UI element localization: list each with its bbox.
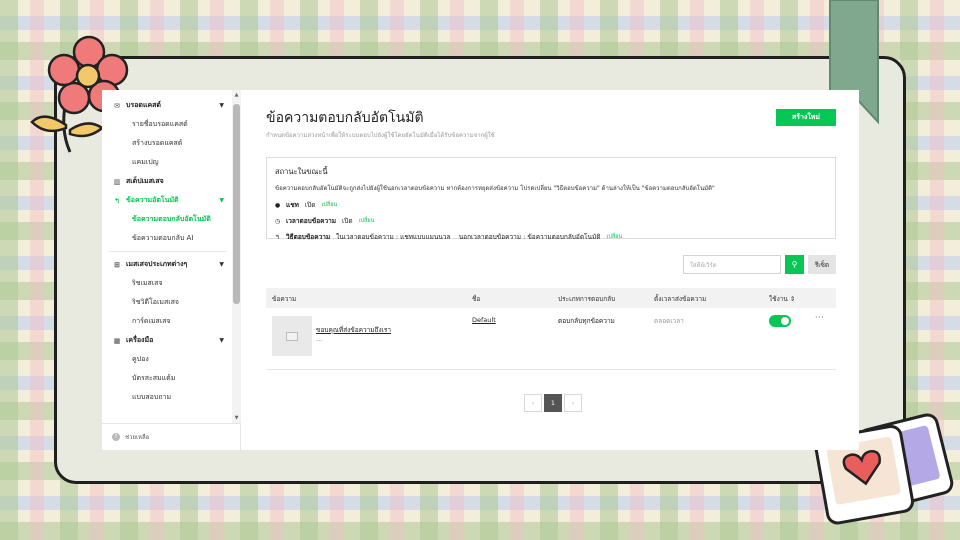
caret-down-icon: ▼ <box>219 197 224 204</box>
sidebar-section-broadcast[interactable]: ✉ บรอดแคสต์ ▼ <box>102 96 232 115</box>
table-row: ขอบคุณที่ส่งข้อความถึงเรา ... Default ตอ… <box>266 308 836 370</box>
sidebar-item-broadcast-list[interactable]: รายชื่อบรอดแคสต์ <box>102 115 232 134</box>
auto-reply-icon: ↰ <box>114 196 120 205</box>
reply-type: ตอบกลับทุกข้อความ <box>558 317 615 325</box>
sidebar-item-rich-video-message[interactable]: ริชวิดีโอเมสเสจ <box>102 293 232 312</box>
message-types-icon: ⊞ <box>114 260 120 269</box>
enabled-toggle[interactable] <box>769 315 791 327</box>
caret-down-icon: ▼ <box>219 261 224 268</box>
column-header-schedule: ตั้งเวลาส่งข้อความ <box>654 295 707 303</box>
table-header: ข้อความ ชื่อ ประเภทการตอบกลับ ตั้งเวลาส่… <box>266 288 836 308</box>
sidebar: ✉ บรอดแคสต์ ▼ รายชื่อบรอดแคสต์ สร้างบรอด… <box>102 90 241 450</box>
more-options-icon[interactable]: ··· <box>815 313 824 322</box>
scrollbar-thumb[interactable] <box>233 104 240 304</box>
sidebar-section-auto-reply[interactable]: ↰ ข้อความอัตโนมัติ ▼ <box>102 191 232 210</box>
tools-icon: ▦ <box>113 336 121 345</box>
status-hours-row: ◷ เวลาตอบข้อความ เปิด เปลี่ยน <box>275 216 827 226</box>
broadcast-icon: ✉ <box>114 101 120 110</box>
sidebar-item-coupon[interactable]: คูปอง <box>102 350 232 369</box>
sidebar-section-step-message[interactable]: ▥ สเต็ปเมสเสจ <box>102 172 232 191</box>
chat-value: เปิด <box>304 201 316 209</box>
sidebar-section-tools[interactable]: ▦ เครื่องมือ ▼ <box>102 331 232 350</box>
message-ellipsis: ... <box>316 335 323 343</box>
change-hours-link[interactable]: เปลี่ยน <box>359 217 375 225</box>
status-chat-row: ● แชท เปิด เปลี่ยน <box>275 200 827 210</box>
status-heading: สถานะในขณะนี้ <box>275 167 328 176</box>
column-header-enabled[interactable]: ใช้งาน ⇕ <box>769 294 795 304</box>
chat-bubble-icon: ● <box>275 201 281 209</box>
method-label: วิธีตอบข้อความ <box>286 233 331 241</box>
sidebar-item-ai-reply[interactable]: ข้อความตอบกลับ AI <box>102 229 232 248</box>
chat-label: แชท <box>286 201 299 209</box>
pagination: ‹ 1 › <box>524 394 582 412</box>
help-link[interactable]: ? ช่วยเหลือ <box>102 423 241 450</box>
hours-label: เวลาตอบข้อความ <box>286 217 337 225</box>
scroll-up-icon[interactable]: ▲ <box>232 92 241 98</box>
help-icon: ? <box>112 433 120 441</box>
help-label: ช่วยเหลือ <box>125 434 150 441</box>
sidebar-section-label: สเต็ปเมสเสจ <box>126 177 164 185</box>
page-button-current[interactable]: 1 <box>544 394 562 412</box>
sidebar-item-campaign[interactable]: แคมเปญ <box>102 153 232 172</box>
app-screen: ✉ บรอดแคสต์ ▼ รายชื่อบรอดแคสต์ สร้างบรอด… <box>102 90 859 450</box>
sidebar-menu: ✉ บรอดแคสต์ ▼ รายชื่อบรอดแคสต์ สร้างบรอด… <box>102 90 232 423</box>
sidebar-section-label: บรอดแคสต์ <box>126 101 161 109</box>
column-header-reply-type: ประเภทการตอบกลับ <box>558 295 616 303</box>
status-panel: สถานะในขณะนี้ ข้อความตอบกลับอัตโนมัติจะถ… <box>266 157 836 242</box>
message-link[interactable]: ขอบคุณที่ส่งข้อความถึงเรา <box>316 325 391 335</box>
hours-value: เปิด <box>342 217 353 225</box>
image-placeholder-icon <box>286 331 298 341</box>
sidebar-item-card-message[interactable]: การ์ดเมสเสจ <box>102 312 232 331</box>
sidebar-section-label: เครื่องมือ <box>126 336 154 344</box>
clock-icon: ◷ <box>275 217 281 225</box>
scroll-down-icon[interactable]: ▼ <box>232 415 241 421</box>
main-content: ข้อความตอบกลับอัตโนมัติ กำหนดข้อความล่วง… <box>266 90 836 450</box>
method-value: ในเวลาตอบข้อความ : แชทแบบแมนนวล นอกเวลาต… <box>336 233 601 241</box>
message-thumbnail <box>272 316 312 356</box>
search-icon: ⚲ <box>791 260 798 269</box>
caret-down-icon: ▼ <box>219 337 224 344</box>
sidebar-section-label: เมสเสจประเภทต่างๆ <box>126 260 188 268</box>
sidebar-item-auto-reply-messages[interactable]: ข้อความตอบกลับอัตโนมัติ <box>102 210 232 229</box>
search-input[interactable]: ใส่คีย์เวิร์ด <box>683 255 781 274</box>
sidebar-item-create-broadcast[interactable]: สร้างบรอดแคสต์ <box>102 134 232 153</box>
reply-icon: ↰ <box>275 233 281 241</box>
column-header-name: ชื่อ <box>472 295 481 303</box>
sidebar-scrollbar[interactable]: ▲ ▼ <box>232 90 241 423</box>
status-method-row: ↰ วิธีตอบข้อความ ในเวลาตอบข้อความ : แชทแ… <box>275 232 827 242</box>
chart-icon: ▥ <box>113 177 121 186</box>
column-header-message: ข้อความ <box>272 295 297 303</box>
name-link[interactable]: Default <box>472 316 496 324</box>
sidebar-section-message-types[interactable]: ⊞ เมสเสจประเภทต่างๆ ▼ <box>102 255 232 274</box>
schedule-value: ตลอดเวลา <box>654 317 684 325</box>
create-new-button[interactable]: สร้างใหม่ <box>776 109 836 126</box>
sidebar-section-label: ข้อความอัตโนมัติ <box>126 196 179 204</box>
page-title: ข้อความตอบกลับอัตโนมัติ <box>266 110 424 126</box>
sidebar-item-reward-card[interactable]: บัตรสะสมแต้ม <box>102 369 232 388</box>
prev-page-button[interactable]: ‹ <box>524 394 542 412</box>
sidebar-item-survey[interactable]: แบบสอบถาม <box>102 388 232 407</box>
search-button[interactable]: ⚲ <box>785 255 804 274</box>
sidebar-divider <box>108 251 226 252</box>
status-description: ข้อความตอบกลับอัตโนมัติจะถูกส่งไปยังผู้ใ… <box>275 185 715 192</box>
change-method-link[interactable]: เปลี่ยน <box>607 233 623 241</box>
change-chat-link[interactable]: เปลี่ยน <box>321 201 337 209</box>
caret-down-icon: ▼ <box>219 102 224 109</box>
page-subtitle: กำหนดข้อความล่วงหน้าเพื่อให้ระบบตอบไปยัง… <box>266 132 495 139</box>
reset-button[interactable]: รีเซ็ต <box>808 255 836 274</box>
sidebar-item-rich-message[interactable]: ริชเมสเสจ <box>102 274 232 293</box>
next-page-button[interactable]: › <box>564 394 582 412</box>
